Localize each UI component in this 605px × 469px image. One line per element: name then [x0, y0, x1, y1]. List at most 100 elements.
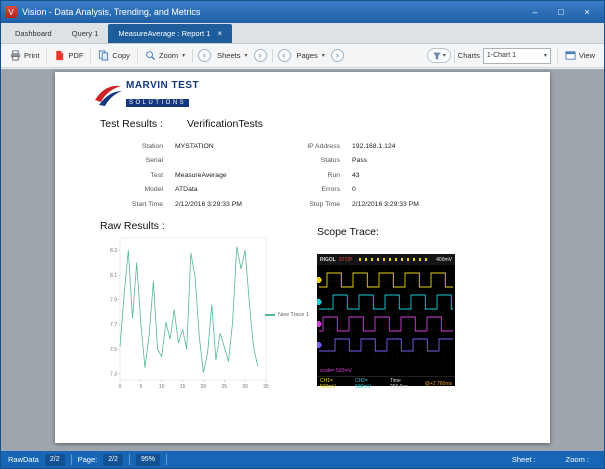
svg-text:5: 5	[139, 384, 142, 390]
zoom-label: Zoom	[158, 51, 179, 60]
pages-label: Pages	[296, 51, 318, 60]
statusbar-rawdata-label: RawData	[8, 455, 39, 464]
filter-icon	[433, 52, 441, 60]
sheets-next-button[interactable]: ›	[253, 49, 267, 62]
statusbar-separator	[128, 454, 130, 465]
minimize-button[interactable]: –	[522, 4, 548, 20]
raw-results-chart-svg: 7.3 7.5 7.7 7.9 8.1 8.3 0 5 10 15 20 25 30 35	[110, 237, 269, 390]
magnifier-icon	[146, 51, 156, 61]
svg-text:15: 15	[180, 384, 186, 390]
svg-text:7.3: 7.3	[110, 372, 117, 378]
tab-close-icon[interactable]: ×	[217, 29, 222, 38]
pdf-icon	[56, 50, 64, 61]
app-window: V Vision - Data Analysis, Trending, and …	[0, 0, 605, 469]
chevron-down-icon: ▾	[182, 53, 186, 59]
toolbar-separator	[90, 48, 92, 63]
field-label: IP Address	[307, 143, 340, 150]
printer-icon	[10, 50, 21, 61]
scope-status-label: STOP	[338, 256, 353, 263]
scope-waveform-svg	[317, 265, 455, 361]
print-label: Print	[24, 51, 40, 60]
toolbar-separator	[271, 48, 273, 63]
pages-next-button[interactable]: ›	[330, 49, 344, 62]
svg-text:8.3: 8.3	[110, 248, 117, 254]
scope-bottom-bar: CH1= 500mV CH2= 500mV Time 200.0us @+2.7…	[317, 376, 455, 391]
chevron-down-icon: ▾	[244, 53, 248, 59]
scope-ch1-label: CH1= 500mV	[320, 378, 336, 390]
tab-query-1-label: Query 1	[71, 29, 99, 38]
maximize-button[interactable]: □	[548, 4, 574, 20]
toolbar-separator	[192, 48, 194, 63]
toolbar-separator	[46, 48, 48, 63]
logo-swoosh-icon	[95, 85, 122, 106]
field-value	[175, 154, 270, 168]
scope-trace-image: RIGOL STOP 400mV scale= 500mV CH1= 500mV…	[317, 254, 455, 390]
svg-text:7.9: 7.9	[110, 298, 117, 304]
scope-trigger-value: 400mV	[436, 256, 452, 263]
field-value: ATData	[175, 186, 198, 194]
chevron-down-icon: ▾	[442, 53, 446, 59]
statusbar-zoom-value: 95%	[135, 453, 160, 466]
company-logo: MARVIN TEST SOLUTIONS	[93, 80, 199, 110]
view-button[interactable]: View	[561, 48, 599, 63]
filter-menu-button[interactable]: ▾	[426, 48, 451, 63]
tab-dashboard[interactable]: Dashboard	[5, 24, 62, 43]
field-label: Stop Time	[309, 200, 340, 208]
print-button[interactable]: Print	[6, 48, 43, 63]
sheets-prev-button[interactable]: ‹	[198, 49, 212, 62]
pdf-button[interactable]: PDF	[50, 48, 87, 63]
pages-menu-button[interactable]: Pages ▾	[293, 49, 329, 62]
scope-aux-readout: scale= 500mV	[320, 368, 352, 374]
tab-report-1[interactable]: MeasureAverage : Report 1 ×	[108, 24, 233, 43]
statusbar-page-value: 2/2	[103, 453, 123, 466]
charts-dropdown[interactable]: 1-Chart 1 ▾	[482, 47, 551, 64]
field-value: 43	[352, 171, 360, 179]
chevron-down-icon: ▾	[543, 53, 547, 59]
charts-label: Charts	[457, 51, 480, 60]
window-title: Vision - Data Analysis, Trending, and Me…	[22, 7, 201, 17]
field-label: Status	[320, 157, 340, 165]
svg-text:35: 35	[263, 384, 269, 390]
field-value: Pass	[352, 157, 368, 165]
sheets-menu-button[interactable]: Sheets ▾	[213, 49, 251, 62]
field-label: Errors	[321, 186, 340, 194]
logo-line1: MARVIN TEST	[126, 80, 200, 91]
tab-query-1[interactable]: Query 1	[62, 24, 109, 43]
chart-legend-label: New Trace 1	[278, 312, 309, 318]
sheets-label: Sheets	[217, 51, 241, 60]
title-bar: V Vision - Data Analysis, Trending, and …	[1, 1, 604, 23]
raw-results-heading: Raw Results :	[100, 220, 165, 232]
field-label: Serial	[145, 157, 163, 165]
tab-report-1-label: MeasureAverage : Report 1	[118, 29, 211, 38]
statusbar-sheet-label: Sheet :	[511, 455, 536, 464]
field-label: Station	[141, 143, 163, 150]
statusbar-rawdata-value: 2/2	[44, 453, 65, 466]
field-label: Model	[144, 186, 163, 194]
scope-memory-ticks	[359, 258, 430, 261]
svg-text:7.7: 7.7	[110, 322, 117, 328]
field-label: Start Time	[132, 200, 163, 208]
tab-bar: Dashboard Query 1 MeasureAverage : Repor…	[1, 23, 604, 44]
field-value: 192.168.1.124	[352, 143, 396, 150]
field-value: 0	[352, 186, 356, 194]
view-icon	[565, 51, 576, 60]
svg-text:7.5: 7.5	[110, 347, 117, 353]
svg-text:10: 10	[159, 384, 165, 390]
toolbar-separator	[453, 48, 455, 63]
test-results-value: VerificationTests	[187, 118, 263, 130]
chart-legend-swatch	[265, 314, 275, 316]
report-fields-table: Station MYSTATION IP Address 192.168.1.1…	[85, 140, 530, 212]
copy-button[interactable]: Copy	[94, 48, 134, 63]
field-label: Run	[327, 171, 340, 179]
toolbar-separator	[136, 48, 138, 63]
test-results-heading: Test Results :	[100, 118, 164, 130]
report-page: MARVIN TEST SOLUTIONS Test Results : Ver…	[55, 72, 550, 443]
zoom-menu-button[interactable]: Zoom ▾	[141, 48, 189, 63]
pages-prev-button[interactable]: ‹	[277, 49, 291, 62]
svg-text:30: 30	[242, 384, 248, 390]
tab-dashboard-label: Dashboard	[15, 29, 52, 38]
pdf-label: PDF	[68, 51, 84, 60]
status-bar: RawData 2/2 Page: 2/2 95% Sheet : Zoom :	[1, 451, 604, 468]
close-button[interactable]: ×	[574, 4, 600, 20]
report-viewport: MARVIN TEST SOLUTIONS Test Results : Ver…	[1, 69, 604, 451]
